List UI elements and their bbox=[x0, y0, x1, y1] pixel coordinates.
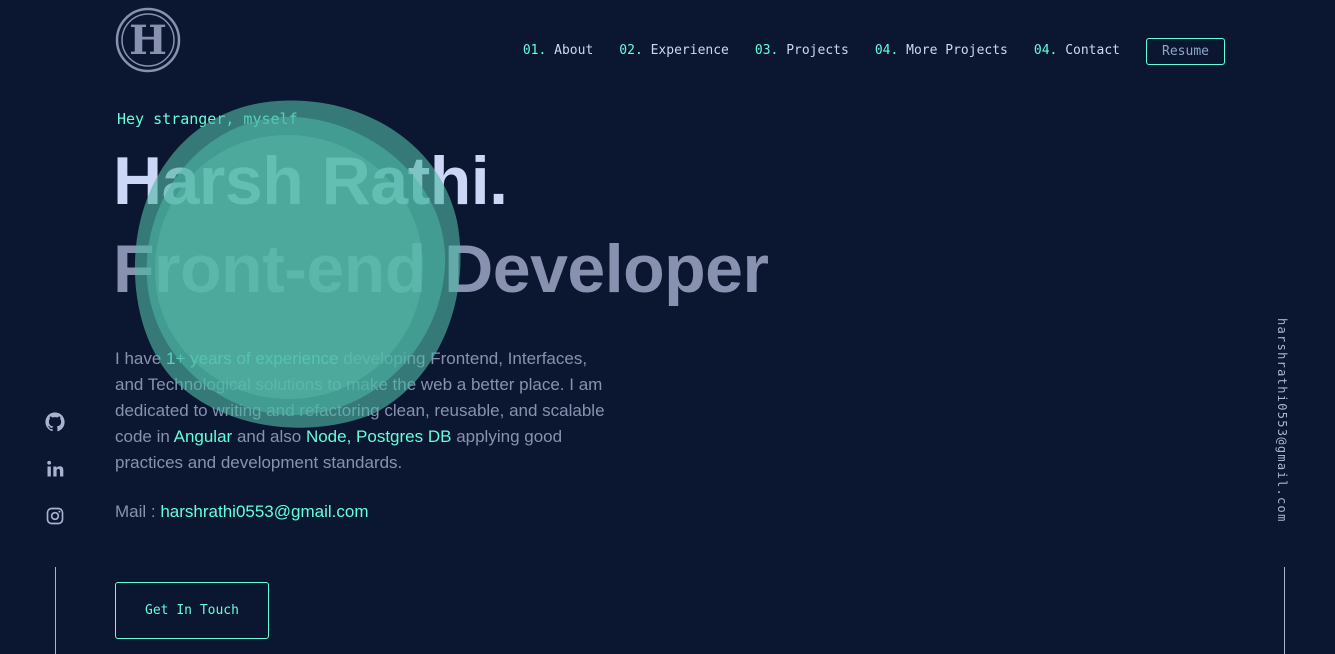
instagram-icon[interactable] bbox=[45, 506, 65, 526]
mail-label: Mail : bbox=[115, 502, 161, 521]
bio-text: I have bbox=[115, 349, 167, 368]
nav-label: Contact bbox=[1065, 43, 1120, 58]
nav-item-contact[interactable]: 04. Contact bbox=[1034, 43, 1120, 58]
social-links bbox=[45, 412, 65, 553]
nav-label: About bbox=[554, 43, 594, 58]
resume-button[interactable]: Resume bbox=[1146, 38, 1225, 65]
get-in-touch-button[interactable]: Get In Touch bbox=[115, 582, 269, 639]
nav-label: Experience bbox=[650, 43, 729, 58]
bio-text: and also bbox=[232, 427, 306, 446]
side-email-link[interactable]: harshrathi0553@gmail.com bbox=[1275, 318, 1289, 523]
nav-item-more-projects[interactable]: 04. More Projects bbox=[875, 43, 1008, 58]
nav-number: 04. bbox=[1033, 43, 1058, 58]
nav-number: 04. bbox=[874, 43, 899, 58]
left-rail-line bbox=[55, 567, 56, 654]
nav-number: 02. bbox=[619, 43, 643, 58]
right-rail-line bbox=[1284, 567, 1285, 654]
hero-name: Harsh Rathi. bbox=[113, 143, 508, 219]
mail-link[interactable]: harshrathi0553@gmail.com bbox=[160, 502, 368, 521]
nav-item-about[interactable]: 01. About bbox=[523, 43, 593, 58]
nav-item-projects[interactable]: 03. Projects bbox=[755, 43, 849, 58]
linkedin-icon[interactable] bbox=[45, 459, 65, 479]
nav-number: 01. bbox=[522, 43, 547, 58]
nav-number: 03. bbox=[754, 43, 779, 58]
logo-letter: H bbox=[129, 17, 167, 64]
hero-bio: I have 1+ years of experience developing… bbox=[115, 346, 620, 476]
bio-highlight-experience: 1+ years of experience bbox=[166, 349, 339, 368]
hero-role: Front-end Developer bbox=[113, 231, 769, 307]
bio-highlight-node-postgres: Node, Postgres DB bbox=[305, 427, 452, 446]
hero-greeting: Hey stranger, myself bbox=[117, 110, 298, 128]
nav-item-experience[interactable]: 02. Experience bbox=[619, 43, 729, 58]
github-icon[interactable] bbox=[45, 412, 65, 432]
site-logo[interactable]: H bbox=[115, 7, 181, 73]
main-nav: 01. About 02. Experience 03. Projects 04… bbox=[497, 36, 1225, 65]
nav-label: Projects bbox=[786, 43, 849, 58]
mail-line: Mail : harshrathi0553@gmail.com bbox=[115, 502, 368, 522]
bio-highlight-angular: Angular bbox=[173, 427, 233, 446]
nav-label: More Projects bbox=[906, 43, 1008, 58]
